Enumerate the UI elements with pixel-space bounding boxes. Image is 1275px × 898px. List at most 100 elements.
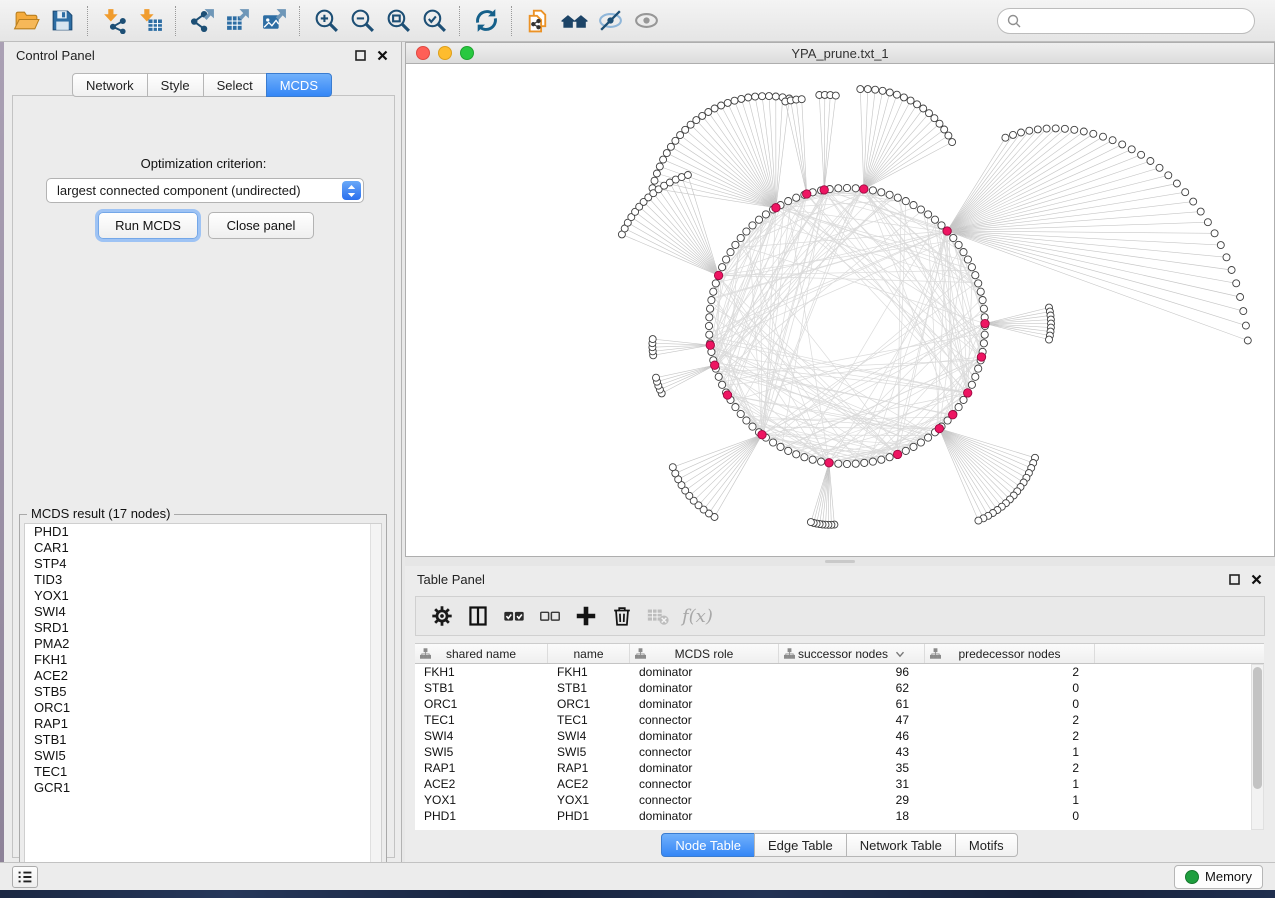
run-mcds-button[interactable]: Run MCDS <box>98 212 198 239</box>
duplicate-icon[interactable] <box>520 4 556 38</box>
cell-name: YOX1 <box>548 792 630 808</box>
cell-name: PHD1 <box>548 808 630 824</box>
table-scrollbar[interactable] <box>1251 664 1264 830</box>
mcds-result-item[interactable]: ACE2 <box>25 668 381 684</box>
cell-successor-nodes: 18 <box>779 808 925 824</box>
table-scrollbar-thumb[interactable] <box>1253 667 1262 789</box>
close-panel-icon[interactable] <box>1250 573 1263 586</box>
table-panel-tabs: Node TableEdge TableNetwork TableMotifs <box>405 833 1275 857</box>
cell-MCDS-role: dominator <box>630 760 779 776</box>
column-header-predecessor-nodes[interactable]: predecessor nodes <box>925 644 1095 663</box>
mcds-result-item[interactable]: SWI5 <box>25 748 381 764</box>
mcds-result-item[interactable]: CAR1 <box>25 540 381 556</box>
table-row[interactable]: PHD1PHD1dominator180 <box>415 808 1251 824</box>
zoom-fit-icon[interactable] <box>380 4 416 38</box>
zoom-out-icon[interactable] <box>344 4 380 38</box>
mcds-result-item[interactable]: TID3 <box>25 572 381 588</box>
toolbar-separator <box>87 6 89 36</box>
float-panel-icon[interactable] <box>354 49 367 62</box>
cell-predecessor-nodes: 1 <box>925 776 1095 792</box>
criterion-selected-value: largest connected component (undirected) <box>57 183 301 198</box>
tab-edge-table[interactable]: Edge Table <box>754 833 847 857</box>
cell-shared-name: STB1 <box>415 680 548 696</box>
tab-motifs[interactable]: Motifs <box>955 833 1018 857</box>
zoom-selected-icon[interactable] <box>416 4 452 38</box>
tab-style[interactable]: Style <box>147 73 204 97</box>
float-panel-icon[interactable] <box>1228 573 1241 586</box>
tab-network-table[interactable]: Network Table <box>846 833 956 857</box>
delete-icon[interactable] <box>604 600 640 632</box>
mcds-result-item[interactable]: SWI4 <box>25 604 381 620</box>
column-type-icon <box>784 648 795 659</box>
mcds-result-list[interactable]: PHD1CAR1STP4TID3YOX1SWI4SRD1PMA2FKH1ACE2… <box>24 523 382 879</box>
mcds-result-item[interactable]: SRD1 <box>25 620 381 636</box>
export-table-icon[interactable] <box>220 4 256 38</box>
table-row[interactable]: ACE2ACE2connector311 <box>415 776 1251 792</box>
column-header-name[interactable]: name <box>548 644 630 663</box>
table-row[interactable]: FKH1FKH1dominator962 <box>415 664 1251 680</box>
network-view-window: YPA_prune.txt_1 <box>405 42 1275 557</box>
network-canvas[interactable] <box>405 64 1275 557</box>
add-icon[interactable] <box>568 600 604 632</box>
close-panel-button[interactable]: Close panel <box>208 212 314 239</box>
mcds-result-item[interactable]: STB5 <box>25 684 381 700</box>
table-row[interactable]: YOX1YOX1connector291 <box>415 792 1251 808</box>
table-row[interactable]: ORC1ORC1dominator610 <box>415 696 1251 712</box>
mcds-result-item[interactable]: YOX1 <box>25 588 381 604</box>
import-network-icon[interactable] <box>96 4 132 38</box>
first-neighbors-icon[interactable] <box>556 4 592 38</box>
cell-name: SWI5 <box>548 744 630 760</box>
columns-icon[interactable] <box>460 600 496 632</box>
mcds-result-item[interactable]: STB1 <box>25 732 381 748</box>
table-row[interactable]: STB1STB1dominator620 <box>415 680 1251 696</box>
mcds-result-item[interactable]: RAP1 <box>25 716 381 732</box>
save-icon[interactable] <box>44 4 80 38</box>
table-row[interactable]: SWI4SWI4dominator462 <box>415 728 1251 744</box>
search-box[interactable] <box>997 8 1255 34</box>
tab-node-table[interactable]: Node Table <box>661 833 755 857</box>
hide-columns-icon[interactable] <box>532 600 568 632</box>
table-row[interactable]: RAP1RAP1dominator352 <box>415 760 1251 776</box>
list-icon <box>16 869 34 885</box>
desktop-wallpaper-strip <box>0 890 1275 898</box>
close-panel-icon[interactable] <box>376 49 389 62</box>
table-row[interactable]: SWI5SWI5connector431 <box>415 744 1251 760</box>
import-table-icon[interactable] <box>132 4 168 38</box>
refresh-icon[interactable] <box>468 4 504 38</box>
table-row[interactable]: TEC1TEC1connector472 <box>415 712 1251 728</box>
network-graph[interactable] <box>406 64 1274 556</box>
criterion-select[interactable]: largest connected component (undirected) <box>46 178 364 203</box>
mcds-result-item[interactable]: ORC1 <box>25 700 381 716</box>
tab-select[interactable]: Select <box>203 73 267 97</box>
column-header-MCDS-role[interactable]: MCDS role <box>630 644 779 663</box>
task-history-button[interactable] <box>12 866 38 888</box>
memory-button[interactable]: Memory <box>1174 865 1263 889</box>
mcds-result-item[interactable]: PMA2 <box>25 636 381 652</box>
network-window-titlebar[interactable]: YPA_prune.txt_1 <box>405 42 1275 64</box>
column-header-successor-nodes[interactable]: successor nodes <box>779 644 925 663</box>
search-input[interactable] <box>1027 12 1245 29</box>
mcds-list-scrollbar[interactable] <box>370 524 381 878</box>
export-image-icon[interactable] <box>256 4 292 38</box>
mcds-result-item[interactable]: TEC1 <box>25 764 381 780</box>
show-columns-icon[interactable] <box>496 600 532 632</box>
zoom-in-icon[interactable] <box>308 4 344 38</box>
hide-selected-icon[interactable] <box>592 4 628 38</box>
horizontal-splitter[interactable] <box>405 557 1275 566</box>
cell-predecessor-nodes: 2 <box>925 712 1095 728</box>
settings-icon[interactable] <box>424 600 460 632</box>
cell-MCDS-role: dominator <box>630 808 779 824</box>
cell-predecessor-nodes: 0 <box>925 808 1095 824</box>
mcds-result-item[interactable]: PHD1 <box>25 524 381 540</box>
column-header-shared-name[interactable]: shared name <box>415 644 548 663</box>
table-column-headers: shared namenameMCDS rolesuccessor nodesp… <box>415 643 1264 664</box>
mcds-result-item[interactable]: FKH1 <box>25 652 381 668</box>
tab-network[interactable]: Network <box>72 73 148 97</box>
cell-predecessor-nodes: 1 <box>925 744 1095 760</box>
tab-mcds[interactable]: MCDS <box>266 73 332 97</box>
mcds-result-item[interactable]: GCR1 <box>25 780 381 796</box>
mcds-result-item[interactable]: STP4 <box>25 556 381 572</box>
export-network-icon[interactable] <box>184 4 220 38</box>
open-icon[interactable] <box>8 4 44 38</box>
cell-successor-nodes: 43 <box>779 744 925 760</box>
